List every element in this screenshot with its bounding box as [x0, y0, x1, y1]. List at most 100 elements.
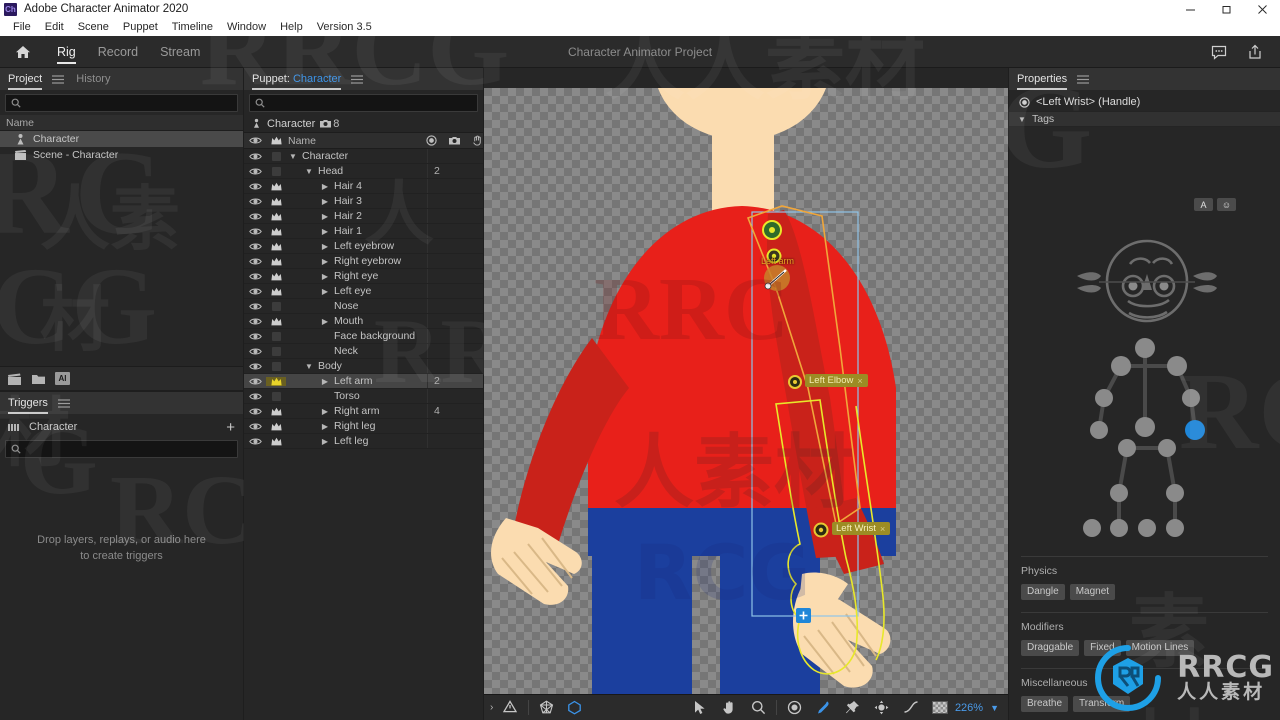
- tab-properties[interactable]: Properties: [1017, 68, 1077, 90]
- layer-swatch[interactable]: [266, 166, 286, 176]
- chevron-right-icon[interactable]: ▶: [320, 242, 330, 251]
- chevron-right-icon[interactable]: ▶: [320, 212, 330, 221]
- chevron-right-icon[interactable]: ▶: [320, 227, 330, 236]
- triggers-panel-menu-icon[interactable]: [57, 392, 70, 414]
- visibility-toggle-icon[interactable]: [244, 302, 266, 311]
- tab-record[interactable]: Record: [87, 36, 149, 68]
- crown-icon[interactable]: [266, 272, 286, 281]
- new-folder-icon[interactable]: [31, 372, 46, 386]
- visibility-toggle-icon[interactable]: [244, 287, 266, 296]
- project-search[interactable]: [5, 94, 238, 112]
- visibility-toggle-icon[interactable]: [244, 392, 266, 401]
- visibility-toggle-icon[interactable]: [244, 167, 266, 176]
- visibility-toggle-icon[interactable]: [244, 347, 266, 356]
- visibility-toggle-icon[interactable]: [244, 272, 266, 281]
- project-search-input[interactable]: [21, 97, 237, 109]
- layer-row-right-eye[interactable]: ▶ Right eye: [244, 269, 483, 284]
- crown-icon[interactable]: [266, 422, 286, 431]
- zoom-level[interactable]: 226%: [955, 702, 983, 714]
- handle-label-left-wrist[interactable]: Left Wrist ×: [832, 522, 891, 535]
- close-icon[interactable]: [1244, 0, 1280, 18]
- crown-icon[interactable]: [266, 227, 286, 236]
- warning-icon[interactable]: [503, 700, 518, 715]
- menu-item-edit[interactable]: Edit: [38, 18, 71, 36]
- visibility-toggle-icon[interactable]: [244, 212, 266, 221]
- tab-stream[interactable]: Stream: [149, 36, 211, 68]
- chevron-right-icon[interactable]: ▶: [320, 257, 330, 266]
- handle-tool-icon[interactable]: [787, 700, 802, 715]
- close-icon[interactable]: ×: [880, 524, 885, 534]
- layer-row-hair-1[interactable]: ▶ Hair 1: [244, 224, 483, 239]
- share-icon[interactable]: [1246, 43, 1264, 61]
- visibility-toggle-icon[interactable]: [244, 197, 266, 206]
- triggers-search-input[interactable]: [21, 443, 237, 455]
- crown-icon[interactable]: [266, 197, 286, 206]
- puppet-panel-menu-icon[interactable]: [351, 68, 364, 90]
- layer-row-mouth[interactable]: ▶ Mouth: [244, 314, 483, 329]
- menu-item-timeline[interactable]: Timeline: [165, 18, 220, 36]
- visibility-toggle-icon[interactable]: [244, 317, 266, 326]
- chevron-right-icon[interactable]: ▶: [320, 197, 330, 206]
- layer-row-body[interactable]: ▼ Body: [244, 359, 483, 374]
- crown-icon[interactable]: [266, 437, 286, 446]
- crown-icon[interactable]: [266, 242, 286, 251]
- crown-icon[interactable]: [266, 287, 286, 296]
- add-trigger-button[interactable]: +: [226, 420, 235, 435]
- crown-icon[interactable]: [266, 212, 286, 221]
- expand-chevron-icon[interactable]: ›: [490, 702, 493, 713]
- properties-panel-menu-icon[interactable]: [1077, 68, 1090, 90]
- layer-row-character[interactable]: ▼ Character: [244, 149, 483, 164]
- layer-row-hair-2[interactable]: ▶ Hair 2: [244, 209, 483, 224]
- chip-magnet[interactable]: Magnet: [1069, 584, 1116, 600]
- visibility-toggle-icon[interactable]: [244, 152, 266, 161]
- handle-label-left-elbow[interactable]: Left Elbow ×: [805, 374, 868, 387]
- visibility-toggle-icon[interactable]: [244, 437, 266, 446]
- import-ai-icon[interactable]: AI: [55, 372, 70, 385]
- layer-row-nose[interactable]: Nose: [244, 299, 483, 314]
- chip-draggable[interactable]: Draggable: [1021, 640, 1080, 656]
- triggers-search[interactable]: [5, 440, 238, 458]
- menu-item-file[interactable]: File: [6, 18, 38, 36]
- layer-row-left-arm[interactable]: ▶ Left arm 2: [244, 374, 483, 389]
- layer-swatch[interactable]: [266, 331, 286, 341]
- tab-puppet[interactable]: Puppet: Character: [252, 68, 351, 90]
- chevron-right-icon[interactable]: ▶: [320, 287, 330, 296]
- puppet-canvas[interactable]: Left arm Left Elbow × Left Wrist × RRC 人…: [484, 88, 1008, 694]
- transparency-grid-icon[interactable]: [931, 701, 948, 714]
- project-panel-menu-icon[interactable]: [52, 68, 65, 90]
- minimize-icon[interactable]: [1172, 0, 1208, 18]
- layer-list[interactable]: ▼ Character ▼ Head 2 ▶ Hair 4 ▶ Hair 3 ▶ Hair 2 ▶ Ha…: [244, 149, 483, 449]
- layer-row-left-eyebrow[interactable]: ▶ Left eyebrow: [244, 239, 483, 254]
- zoom-tool-icon[interactable]: [751, 700, 766, 715]
- layer-row-head[interactable]: ▼ Head 2: [244, 164, 483, 179]
- layer-row-right-leg[interactable]: ▶ Right leg: [244, 419, 483, 434]
- stroke-tool-icon[interactable]: [903, 700, 918, 715]
- outline-icon[interactable]: [567, 700, 582, 715]
- menu-item-window[interactable]: Window: [220, 18, 273, 36]
- crown-icon[interactable]: [266, 376, 286, 386]
- visibility-toggle-icon[interactable]: [244, 377, 266, 386]
- properties-section-tags[interactable]: ▼ Tags: [1009, 111, 1280, 127]
- visibility-toggle-icon[interactable]: [244, 182, 266, 191]
- menu-item-puppet[interactable]: Puppet: [116, 18, 165, 36]
- visibility-toggle-icon[interactable]: [244, 362, 266, 371]
- tab-rig[interactable]: Rig: [46, 36, 87, 68]
- layer-row-left-eye[interactable]: ▶ Left eye: [244, 284, 483, 299]
- chevron-down-icon[interactable]: ▼: [304, 167, 314, 176]
- visibility-toggle-icon[interactable]: [244, 332, 266, 341]
- crown-icon[interactable]: [266, 317, 286, 326]
- chip-motion-lines[interactable]: Motion Lines: [1125, 640, 1195, 656]
- layer-swatch[interactable]: [266, 151, 286, 161]
- stick-tool-icon[interactable]: [816, 700, 831, 715]
- tab-history[interactable]: History: [76, 68, 120, 90]
- layer-swatch[interactable]: [266, 346, 286, 356]
- chevron-right-icon[interactable]: ▶: [320, 422, 330, 431]
- layer-row-right-arm[interactable]: ▶ Right arm 4: [244, 404, 483, 419]
- chevron-right-icon[interactable]: ▶: [320, 317, 330, 326]
- new-scene-icon[interactable]: [7, 372, 22, 386]
- puppet-search[interactable]: [249, 94, 478, 112]
- layer-row-left-leg[interactable]: ▶ Left leg: [244, 434, 483, 449]
- home-icon[interactable]: [14, 43, 32, 61]
- layer-row-right-eyebrow[interactable]: ▶ Right eyebrow: [244, 254, 483, 269]
- layer-row-hair-4[interactable]: ▶ Hair 4: [244, 179, 483, 194]
